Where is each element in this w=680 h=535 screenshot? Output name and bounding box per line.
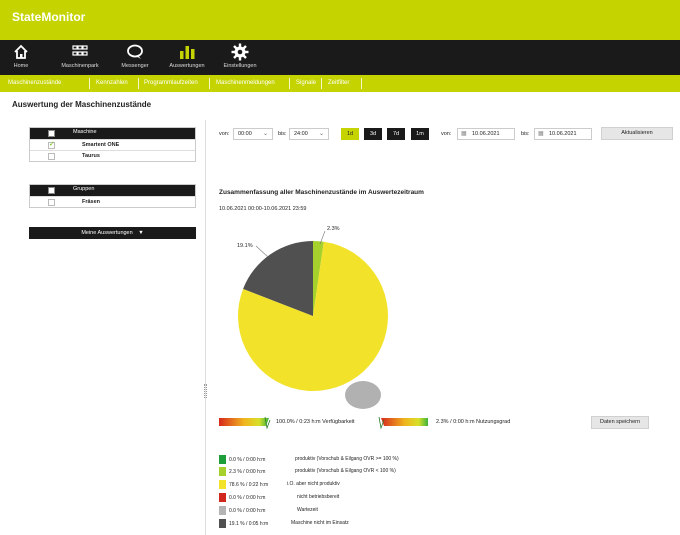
legend-label: Maschine nicht im Einsatz [291,520,349,526]
legend-swatch [219,467,226,476]
legend-value: 2.3 % / 0:00 h:m [229,469,266,475]
legend-swatch [219,455,226,464]
legend-label: produktiv (Vorschub & Eilgang OVR >= 100… [295,456,399,462]
legend-value: 78.6 % / 0:22 h:m [229,482,269,488]
utilization-text: 2.3% / 0:00 h:m Nutzungsgrad [436,419,511,425]
legend-swatch [219,506,226,515]
pie-leader-line [255,245,269,258]
app-window: StateMonitor Home Maschinenpark Messenge… [0,0,680,535]
legend-value: 19.1 % / 0:05 h:m [229,521,269,527]
state-pie-chart [219,230,428,430]
pie-data-label: 19.1% [237,243,253,249]
save-data-button[interactable]: Daten speichern [591,416,649,429]
legend-label: produktiv (Vorschub & Eilgang OVR < 100 … [295,468,396,474]
legend-swatch [219,493,226,502]
utilization-gauge [378,416,428,430]
legend-value: 0.0 % / 0:00 h:m [229,508,266,514]
pie-slices [237,240,389,391]
availability-gauge [219,416,271,430]
legend-value: 0.0 % / 0:00 h:m [229,495,266,501]
legend-label: nicht betriebsbereit [297,494,340,500]
legend-label: i.O. aber nicht produktiv [287,481,340,487]
pie-data-label: 2.3% [327,226,340,232]
legend-label: Wartezeit [297,507,318,513]
availability-text: 100.0% / 0:23 h:m Verfügbarkeit [276,419,355,425]
legend-swatch [219,480,226,489]
mouse-cursor-overlay [345,381,381,409]
legend-swatch [219,519,226,528]
legend-value: 0.0 % / 0:00 h:m [229,457,266,463]
